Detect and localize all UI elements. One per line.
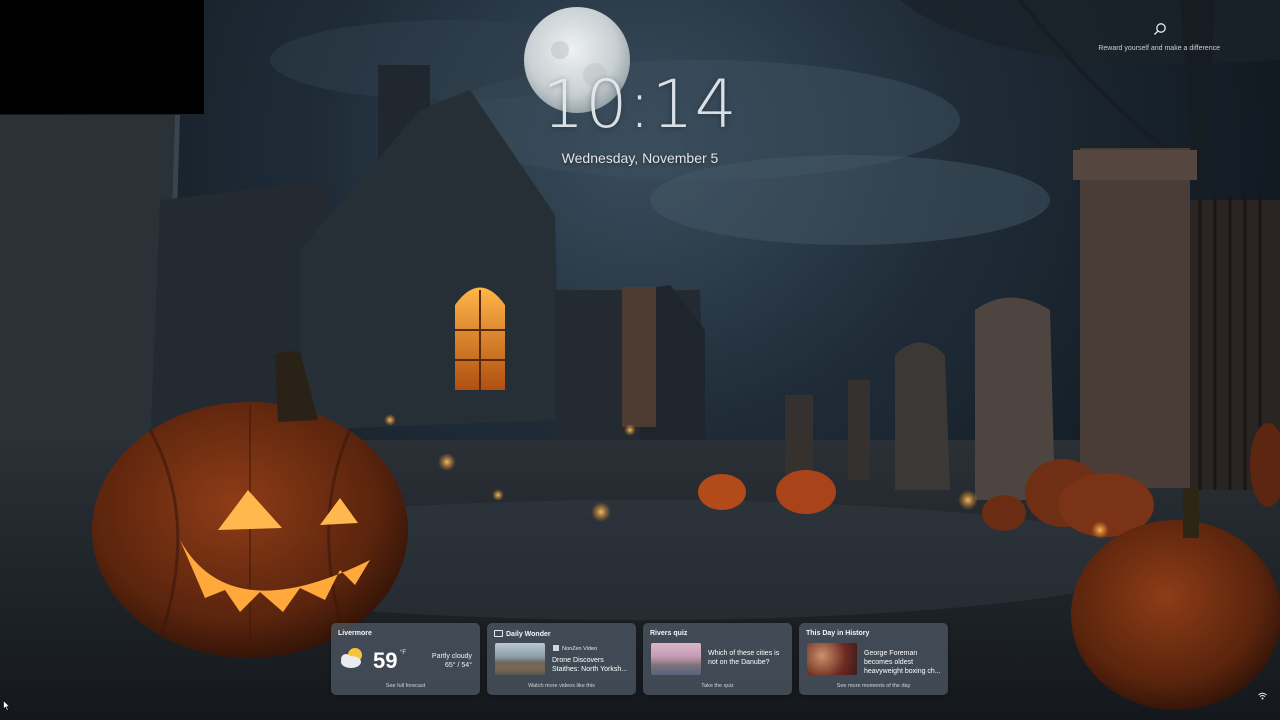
video-headline[interactable]: Drone Discovers Staithes: North Yorksh..…	[552, 656, 630, 674]
temperature: 59	[373, 648, 398, 673]
widget-title: Daily Wonder	[494, 630, 551, 638]
widget-footer-link[interactable]: See more moments of the day	[799, 683, 948, 689]
video-icon	[494, 630, 503, 637]
widget-strip: Livermore 59 °F Partly cloudy 65° / 54° …	[331, 623, 948, 695]
weather-condition: Partly cloudy 65° / 54°	[432, 652, 472, 670]
daily-wonder-widget[interactable]: Daily Wonder NonZen Video Drone Discover…	[487, 623, 636, 695]
spotlight-caption[interactable]: Reward yourself and make a difference	[1098, 45, 1220, 52]
mouse-cursor-icon	[3, 700, 10, 711]
weather-widget[interactable]: Livermore 59 °F Partly cloudy 65° / 54° …	[331, 623, 480, 695]
lock-screen: Reward yourself and make a difference 10…	[0, 0, 1280, 720]
history-thumbnail[interactable]	[807, 643, 857, 675]
widget-footer-link[interactable]: Take the quiz	[643, 683, 792, 689]
video-thumbnail[interactable]	[495, 643, 545, 675]
video-source-icon	[553, 645, 559, 651]
rivers-quiz-widget[interactable]: Rivers quiz Which of these cities is not…	[643, 623, 792, 695]
lock-date: Wednesday, November 5	[561, 150, 719, 166]
video-source: NonZen Video	[553, 645, 597, 652]
this-day-in-history-widget[interactable]: This Day in History George Foreman becom…	[799, 623, 948, 695]
source-name: NonZen Video	[562, 646, 598, 652]
history-headline[interactable]: George Foreman becomes oldest heavyweigh…	[864, 649, 942, 676]
temperature-range: 65° / 54°	[444, 662, 472, 669]
widget-title: Rivers quiz	[650, 630, 688, 637]
widget-title-text: Daily Wonder	[506, 631, 551, 638]
widget-footer-link[interactable]: See full forecast	[331, 683, 480, 689]
quiz-question[interactable]: Which of these cities is not on the Danu…	[708, 649, 786, 667]
search-icon[interactable]	[1153, 22, 1167, 36]
partly-cloudy-icon	[341, 648, 362, 668]
widget-title: Livermore	[338, 630, 372, 637]
widget-title: This Day in History	[806, 630, 870, 637]
lock-clock: 10:14	[542, 66, 738, 143]
widget-footer-link[interactable]: Watch more videos like this	[487, 683, 636, 689]
condition-text: Partly cloudy	[431, 653, 472, 660]
quiz-thumbnail[interactable]	[651, 643, 701, 675]
wifi-icon[interactable]	[1258, 692, 1267, 700]
temperature-unit: °F	[400, 650, 407, 656]
